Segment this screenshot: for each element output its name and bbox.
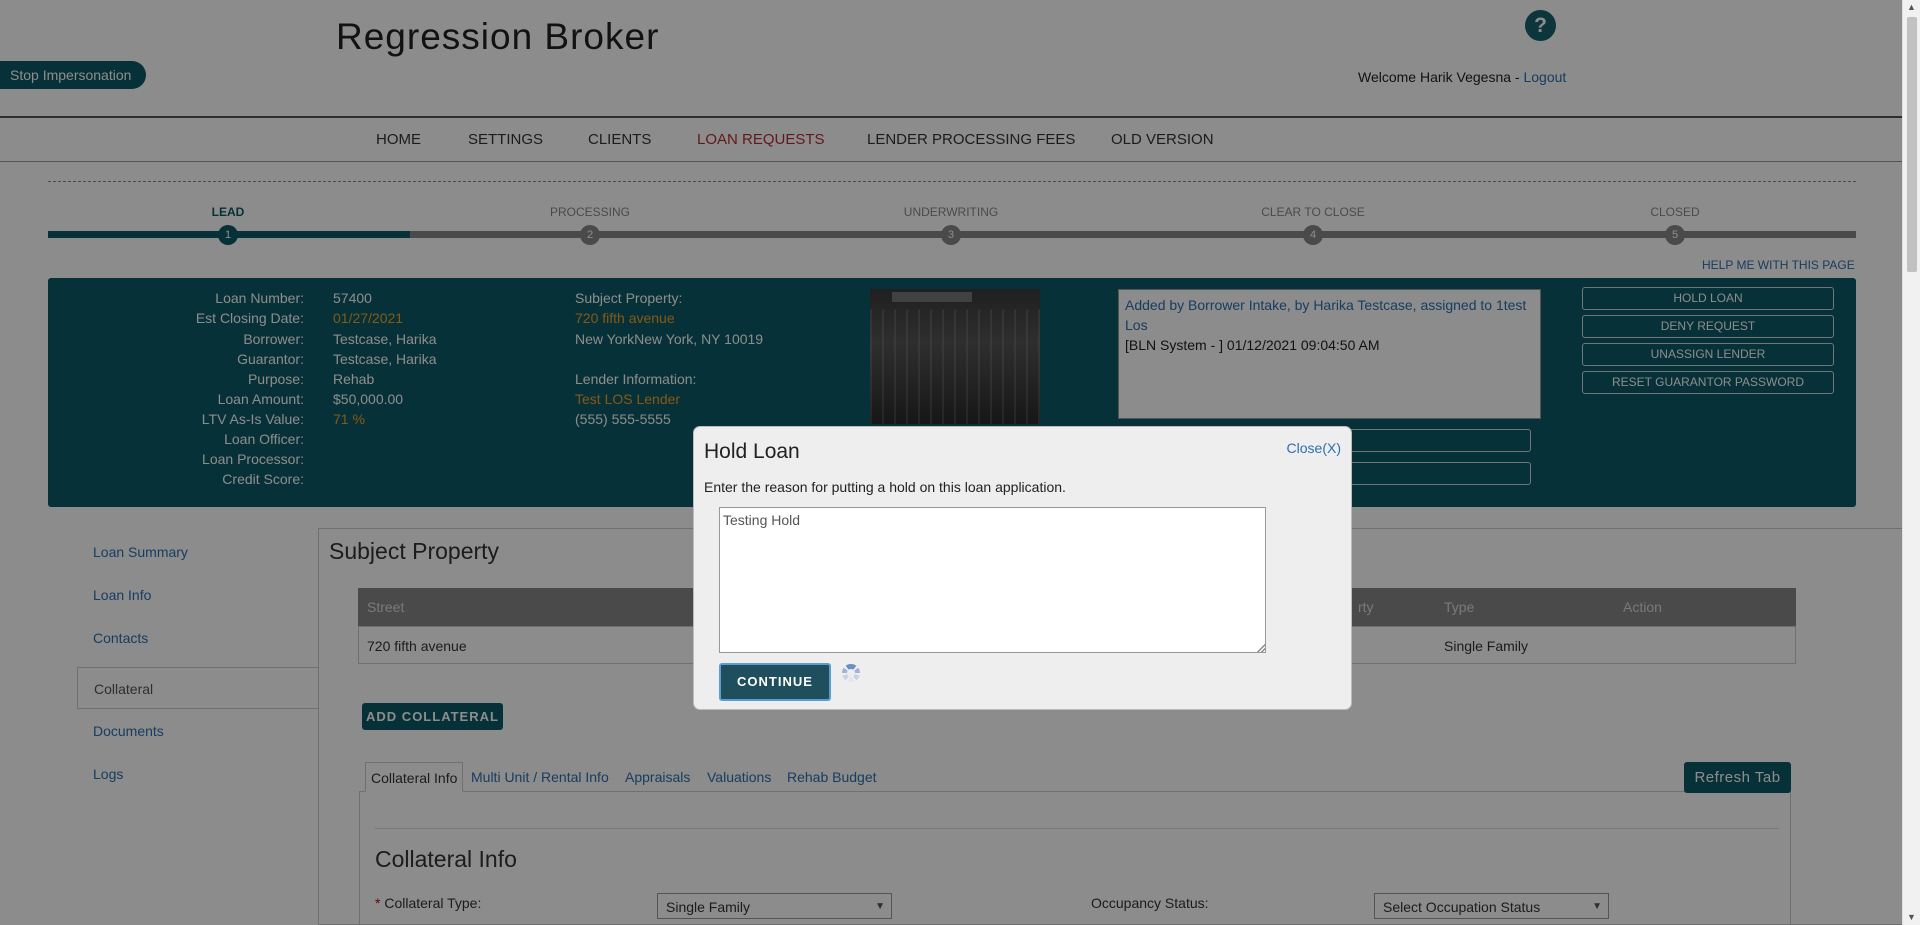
hold-reason-textarea[interactable]: Testing Hold bbox=[719, 507, 1266, 653]
dialog-title: Hold Loan bbox=[704, 440, 800, 463]
hold-loan-dialog: Hold Loan Close(X) Enter the reason for … bbox=[693, 426, 1352, 710]
scroll-thumb[interactable] bbox=[1907, 17, 1917, 272]
close-dialog-link[interactable]: Close(X) bbox=[1287, 440, 1341, 456]
resize-grip-icon[interactable] bbox=[1257, 644, 1265, 652]
scroll-down-icon[interactable]: ▼ bbox=[1907, 912, 1916, 922]
page-scrollbar[interactable]: ▲ ▼ bbox=[1902, 0, 1920, 925]
dialog-description: Enter the reason for putting a hold on t… bbox=[704, 479, 1066, 495]
continue-button[interactable]: CONTINUE bbox=[719, 663, 831, 701]
scroll-up-icon[interactable]: ▲ bbox=[1907, 2, 1916, 12]
loading-spinner-icon bbox=[842, 664, 860, 682]
